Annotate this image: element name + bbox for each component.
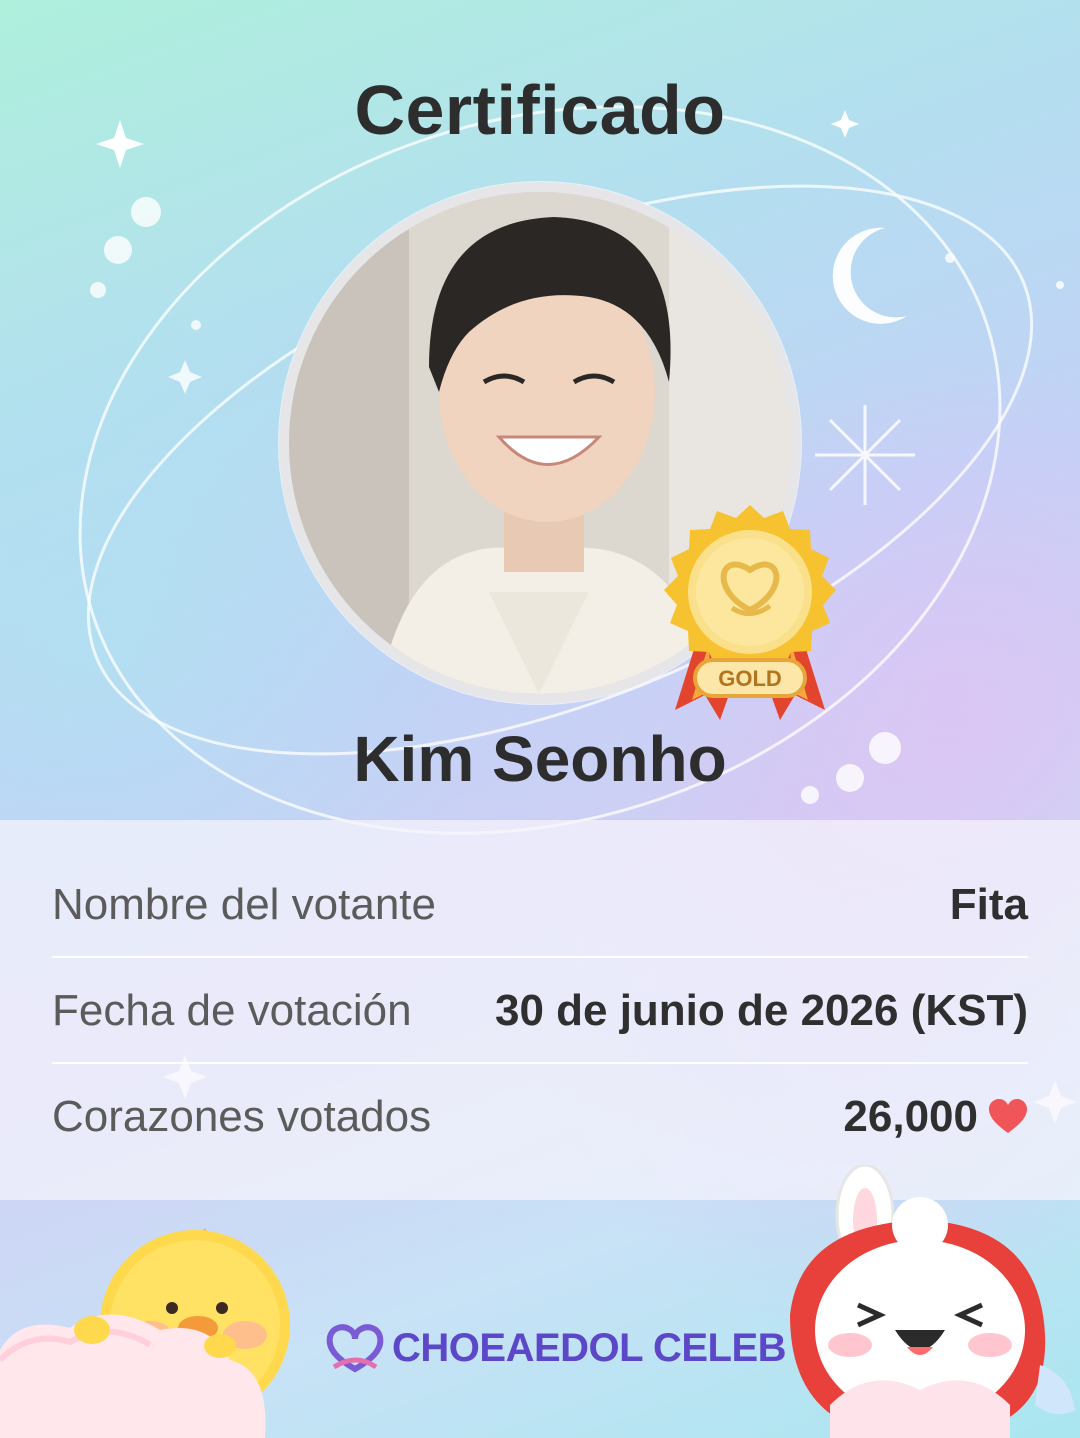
voter-name-label: Nombre del votante (52, 880, 436, 929)
brand-logo: CHOEAEDOL CELEB (326, 1320, 787, 1376)
voter-name-row: Nombre del votante Fita (52, 852, 1028, 958)
celebrity-name: Kim Seonho (353, 723, 727, 795)
heart-icon (989, 1099, 1027, 1133)
vote-date-label: Fecha de votación (52, 986, 412, 1035)
vote-date-value: 30 de junio de 2026 (KST) (494, 986, 1028, 1035)
brand-logo-icon (326, 1324, 384, 1373)
voter-name-value: Fita (949, 880, 1028, 929)
brand-logo-text: CHOEAEDOL CELEB (392, 1325, 787, 1370)
certificate-page: Certificado GOLD Kim Seonho Nombre del v… (0, 0, 1080, 1438)
hearts-voted-value: 26,000 (843, 1092, 978, 1141)
chick-character-icon (0, 1228, 290, 1438)
starburst-icon (815, 405, 915, 505)
certificate-title: Certificado (354, 71, 726, 149)
vote-date-row: Fecha de votación 30 de junio de 2026 (K… (52, 958, 1028, 1064)
moon-icon (832, 227, 907, 324)
gold-badge-icon: GOLD (664, 505, 836, 720)
hearts-voted-value-group: 26,000 (843, 1092, 1028, 1142)
hearts-voted-label: Corazones votados (52, 1092, 432, 1141)
bunny-character-icon (790, 1165, 1075, 1438)
hearts-voted-row: Corazones votados 26,000 (52, 1064, 1028, 1170)
badge-label: GOLD (718, 666, 782, 691)
vote-info-panel: Nombre del votante Fita Fecha de votació… (0, 820, 1080, 1200)
